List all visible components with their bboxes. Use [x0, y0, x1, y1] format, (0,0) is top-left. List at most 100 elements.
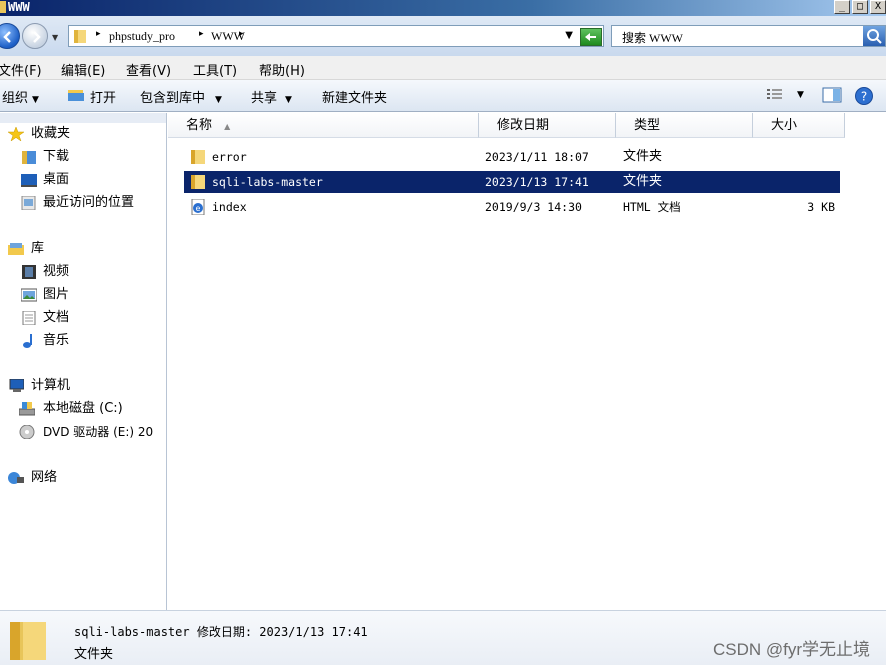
recent-pages-dropdown-icon[interactable]: ▼ — [52, 33, 58, 42]
window-title: WWW — [8, 0, 30, 14]
address-row: ▼ ▸ phpstudy_pro ▸ WWW ▸ ▼ 搜索 WWW — [0, 16, 886, 56]
close-button[interactable]: X — [870, 0, 886, 14]
refresh-icon — [585, 33, 596, 41]
arrow-left-icon — [3, 31, 11, 43]
dvd-icon — [19, 425, 35, 439]
forward-button[interactable] — [22, 23, 48, 49]
folder-icon — [191, 150, 205, 164]
menu-file[interactable]: 文件(F) — [0, 60, 42, 79]
breadcrumb-separator-icon[interactable]: ▸ — [239, 29, 244, 39]
search-placeholder: 搜索 WWW — [622, 31, 683, 45]
folder-icon — [10, 622, 46, 660]
include-library-label: 包含到库中 — [140, 91, 206, 106]
downloads-folder-icon — [22, 151, 36, 164]
chevron-down-icon: ▼ — [32, 95, 39, 105]
column-header-date[interactable]: 修改日期 — [479, 113, 616, 138]
watermark: CSDN @fyr学无止境 — [712, 640, 870, 659]
preview-pane-icon[interactable] — [822, 86, 842, 104]
document-icon — [22, 311, 36, 325]
column-header-name[interactable]: 名称 ▲ — [168, 113, 479, 138]
hard-drive-icon — [19, 402, 35, 416]
include-in-library-button[interactable]: 包含到库中 ▼ — [140, 87, 222, 106]
folder-icon — [0, 1, 6, 13]
nav-libraries-label: 库 — [31, 241, 45, 256]
breadcrumb-separator-icon[interactable]: ▸ — [96, 29, 101, 39]
file-name: error — [212, 150, 247, 164]
organize-label: 组织 — [2, 91, 29, 106]
nav-recent-label: 最近访问的位置 — [43, 195, 135, 210]
back-button[interactable] — [0, 23, 20, 49]
open-button[interactable]: 打开 — [90, 87, 116, 106]
html-file-icon: e — [191, 199, 205, 215]
help-icon[interactable]: ? — [854, 86, 874, 106]
view-options-icon[interactable] — [766, 86, 784, 102]
music-icon — [23, 334, 32, 348]
new-folder-button[interactable]: 新建文件夹 — [322, 87, 387, 106]
column-header-type[interactable]: 类型 — [616, 113, 753, 138]
search-icon[interactable] — [863, 26, 885, 46]
nav-local-disk-label: 本地磁盘 (C:) — [43, 401, 123, 416]
svg-text:?: ? — [861, 90, 867, 104]
breadcrumb-separator-icon[interactable]: ▸ — [199, 29, 204, 39]
file-list: 名称 ▲ 修改日期 类型 大小 error 2023/1/11 18:07 文件… — [168, 113, 886, 610]
folder-icon — [191, 175, 205, 189]
file-name: sqli-labs-master — [212, 175, 323, 189]
file-name: index — [212, 200, 247, 214]
navigation-pane-header — [0, 113, 166, 123]
file-type: 文件夹 — [623, 149, 663, 164]
refresh-button[interactable] — [580, 28, 602, 46]
file-date: 2023/1/11 18:07 — [485, 150, 589, 164]
window-controls: _ □ X — [834, 0, 886, 14]
file-row-index[interactable]: e index 2019/9/3 14:30 HTML 文档 3 KB — [184, 196, 840, 218]
nav-dvd-label: DVD 驱动器 (E:) 20 — [43, 425, 154, 439]
chevron-down-icon: ▼ — [215, 95, 222, 105]
network-icon — [8, 472, 24, 484]
maximize-button[interactable]: □ — [852, 0, 868, 14]
nav-documents-label: 文档 — [43, 310, 70, 325]
file-row-sqli-labs-master[interactable]: sqli-labs-master 2023/1/13 17:41 文件夹 — [184, 171, 840, 193]
file-row-error[interactable]: error 2023/1/11 18:07 文件夹 — [184, 146, 840, 168]
recent-places-icon — [21, 196, 36, 210]
menu-view[interactable]: 查看(V) — [126, 60, 171, 79]
minimize-button[interactable]: _ — [834, 0, 850, 14]
file-type: 文件夹 — [623, 174, 663, 189]
navigation-pane: 收藏夹 下载 桌面 最近访问的位置 库 视频 图片 文档 音乐 计算机 本地磁盘… — [0, 113, 167, 610]
title-bar: WWW _ □ X — [0, 0, 886, 16]
chevron-down-icon: ▼ — [285, 95, 292, 105]
column-name-label: 名称 — [186, 118, 213, 133]
nav-downloads-label: 下载 — [43, 149, 70, 164]
file-type: HTML 文档 — [623, 200, 681, 214]
organize-button[interactable]: 组织 ▼ — [2, 87, 39, 106]
details-name-line: sqli-labs-master 修改日期: 2023/1/13 17:41 — [74, 625, 368, 639]
details-pane: sqli-labs-master 修改日期: 2023/1/13 17:41 文… — [0, 610, 886, 665]
video-icon — [22, 265, 36, 279]
menu-help[interactable]: 帮助(H) — [259, 60, 305, 79]
details-type: 文件夹 — [74, 647, 114, 662]
file-size: 3 KB — [807, 200, 835, 214]
breadcrumb-phpstudy[interactable]: phpstudy_pro — [109, 29, 175, 44]
column-header-size[interactable]: 大小 — [753, 113, 845, 138]
view-dropdown-icon[interactable]: ▼ — [797, 90, 804, 100]
open-folder-icon — [68, 90, 84, 101]
search-input[interactable]: 搜索 WWW — [611, 25, 886, 47]
svg-text:e: e — [196, 204, 201, 213]
address-bar[interactable]: ▸ phpstudy_pro ▸ WWW ▸ ▼ — [68, 25, 604, 47]
computer-icon — [9, 379, 24, 392]
desktop-icon — [21, 174, 37, 187]
nav-favorites-label: 收藏夹 — [31, 126, 71, 141]
picture-icon — [21, 288, 37, 302]
nav-network-label: 网络 — [31, 470, 58, 485]
share-label: 共享 — [251, 91, 278, 106]
menu-bar: 文件(F) 编辑(E) 查看(V) 工具(T) 帮助(H) — [0, 56, 886, 80]
file-date: 2019/9/3 14:30 — [485, 200, 582, 214]
share-button[interactable]: 共享 ▼ — [251, 87, 292, 106]
menu-edit[interactable]: 编辑(E) — [61, 60, 105, 79]
nav-desktop-label: 桌面 — [43, 172, 70, 187]
address-dropdown-icon[interactable]: ▼ — [565, 30, 573, 41]
file-date: 2023/1/13 17:41 — [485, 175, 589, 189]
command-bar: 组织 ▼ 打开 包含到库中 ▼ 共享 ▼ 新建文件夹 ▼ ? — [0, 80, 886, 112]
library-icon — [8, 243, 24, 255]
menu-tools[interactable]: 工具(T) — [193, 60, 237, 79]
sort-ascending-icon: ▲ — [224, 122, 231, 131]
arrow-right-icon — [33, 31, 41, 43]
